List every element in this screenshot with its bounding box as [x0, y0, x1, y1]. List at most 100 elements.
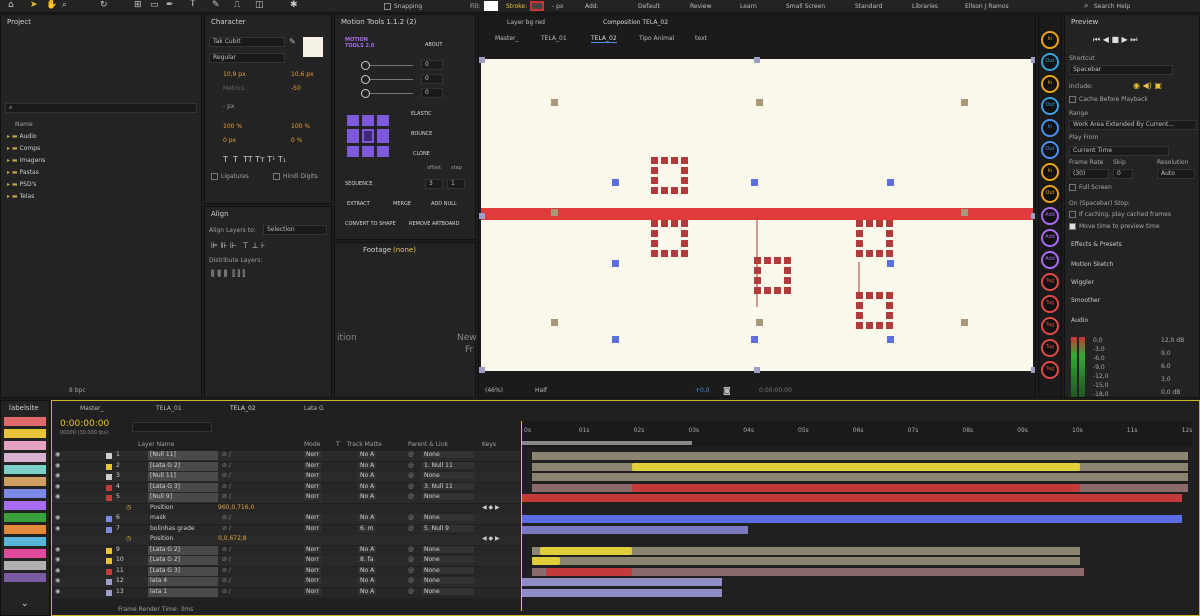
hindi-digits-checkbox[interactable] — [273, 173, 280, 180]
parent-pickwhip-icon[interactable]: @ — [408, 493, 414, 500]
track-matte-select[interactable]: 8. fa — [358, 556, 376, 563]
faux-style-buttons[interactable]: T T TT Tт T¹ T₁ — [223, 155, 286, 164]
table-row[interactable]: ◉ 10 [Lata G 2] ⊘ / Norr 8. fa @ None — [52, 556, 520, 566]
switches[interactable]: ⊘ / — [222, 493, 231, 500]
slider-3-handle[interactable] — [361, 89, 370, 98]
mode-select[interactable]: Norr — [304, 514, 321, 521]
parent-select[interactable]: 1. Null 11 — [422, 461, 474, 469]
label-color-swatch[interactable] — [4, 549, 46, 558]
switches[interactable]: ⊘ / — [222, 525, 231, 532]
project-folder[interactable]: ▸ ▬ Pastas — [7, 169, 39, 176]
track-matte-select[interactable]: No A — [358, 472, 377, 479]
frame-rate-select[interactable]: (30) — [1069, 169, 1109, 179]
parent-select[interactable]: None — [422, 556, 474, 563]
pen-tool-icon[interactable]: ✒ — [166, 0, 174, 10]
type-tool-icon[interactable]: T — [190, 0, 196, 9]
layer-name[interactable]: lata 4 — [148, 577, 218, 586]
leading-value[interactable]: 10,6 px — [291, 71, 314, 78]
playback-controls[interactable]: ⏮ ◀ ■ ▶ ⏭ — [1093, 35, 1137, 45]
layer-bar[interactable] — [522, 578, 722, 586]
parent-select[interactable]: None — [422, 514, 474, 521]
parent-pickwhip-icon[interactable]: @ — [408, 525, 414, 532]
keyframe-tool-button[interactable]: Out — [1041, 141, 1059, 159]
parent-pickwhip-icon[interactable]: @ — [408, 556, 414, 563]
label-color[interactable] — [106, 463, 112, 470]
label-color[interactable] — [106, 579, 112, 585]
keyframe-tool-button[interactable]: Tag — [1041, 361, 1059, 379]
switches[interactable]: ⊘ / — [222, 451, 231, 458]
clone-button[interactable]: CLONE — [413, 151, 430, 157]
label-color-swatch[interactable] — [4, 537, 46, 546]
t-header[interactable]: T — [336, 441, 340, 448]
track-matte-select[interactable]: No A — [358, 545, 377, 553]
eye-icon[interactable]: ◉ — [55, 483, 60, 490]
mode-select[interactable]: Norr — [304, 587, 321, 595]
property-value[interactable]: 0,0,672,8 — [218, 535, 247, 542]
switches[interactable]: ⊘ / — [222, 546, 231, 553]
label-color[interactable] — [106, 495, 112, 501]
project-search-input[interactable]: ⌕ — [5, 103, 197, 113]
align-buttons[interactable]: ⊫ ⊪ ⊩ ⊤ ⊥ ⊦ — [211, 241, 265, 250]
label-color[interactable] — [106, 526, 112, 533]
ligatures-checkbox[interactable] — [211, 173, 218, 180]
eyedropper-icon[interactable]: ✎ — [289, 37, 296, 46]
layer-name[interactable]: mask — [148, 514, 218, 523]
shortcut-select[interactable]: Spacebar — [1069, 65, 1173, 75]
sequence-step[interactable]: 1 — [447, 179, 465, 189]
project-folder[interactable]: ▸ ▬ Comps — [7, 145, 40, 152]
elastic-button[interactable]: ELASTIC — [411, 111, 432, 117]
label-color-swatch[interactable] — [4, 501, 46, 510]
snapping-checkbox[interactable] — [384, 3, 391, 10]
keyframe-tool-button[interactable]: Tag — [1041, 317, 1059, 335]
project-folder[interactable]: ▸ ▬ PSD's — [7, 181, 36, 188]
stroke-width-value[interactable]: - px — [223, 103, 234, 110]
mode-select[interactable]: Norr — [304, 493, 321, 500]
table-row[interactable]: ◉ 7 bolinhas grade ⊘ / Norr 6. m @5. Null 9 — [52, 524, 520, 535]
font-size-value[interactable]: 10,9 px — [223, 71, 246, 78]
switches[interactable]: ⊘ / — [222, 588, 231, 595]
eye-icon[interactable]: ◉ — [55, 567, 60, 574]
label-color[interactable] — [106, 558, 112, 564]
zoom-select[interactable]: (46%) — [485, 387, 503, 394]
current-time[interactable]: 0:00:00:00 — [60, 419, 109, 429]
eye-icon[interactable]: ◉ — [55, 451, 60, 458]
move-time-checkbox[interactable] — [1069, 223, 1076, 230]
table-row[interactable]: ◉ 11 [Lata G 3] ⊘ / Norr No A @ None — [52, 566, 520, 577]
anchor-grid[interactable] — [347, 115, 389, 157]
keys-header[interactable]: Keys — [482, 441, 496, 448]
eye-icon[interactable]: ◉ — [55, 514, 60, 521]
mode-header[interactable]: Mode — [304, 441, 320, 448]
tsume-value[interactable]: 0 % — [291, 137, 302, 144]
tab-layer[interactable]: Layer bg red — [507, 19, 545, 26]
eye-icon[interactable]: ◉ — [55, 472, 60, 479]
keyframe-tool-button[interactable]: Add — [1041, 251, 1059, 269]
project-folder[interactable]: ▸ ▬ Imagens — [7, 157, 45, 164]
keyframe-tool-button[interactable]: Add — [1041, 229, 1059, 247]
label-color[interactable] — [106, 453, 112, 459]
mode-select[interactable]: Norr — [304, 472, 321, 479]
vertical-scale-value[interactable]: 100 % — [223, 123, 242, 130]
mode-select[interactable]: Norr — [304, 451, 321, 458]
switches[interactable]: ⊘ / — [222, 483, 231, 490]
chevron-down-icon[interactable]: ⌄ — [21, 599, 29, 609]
parent-select[interactable]: 5. Null 9 — [422, 524, 474, 532]
timeline-search-input[interactable] — [132, 422, 212, 432]
timeline-tab-tela01[interactable]: TELA_01 — [156, 405, 182, 412]
work-area-bar[interactable] — [522, 441, 692, 445]
label-color-swatch[interactable] — [4, 417, 46, 426]
layer-bar[interactable] — [532, 557, 1080, 565]
table-row[interactable]: ◉ 9 [Lata G 2] ⊘ / Norr No A @ None — [52, 545, 520, 556]
name-column-header[interactable]: Name — [15, 121, 33, 128]
parent-select[interactable]: None — [422, 545, 474, 553]
mode-select[interactable]: Norr — [304, 577, 321, 584]
viewer-time[interactable]: 0:00:00:00 — [759, 387, 792, 394]
keyframe-nav[interactable]: ◀ ◆ ▶ — [482, 535, 500, 542]
mode-select[interactable]: Norr — [304, 545, 321, 553]
switches[interactable]: ⊘ / — [222, 514, 231, 521]
subtab-tipo-animal[interactable]: Tipo Animal — [639, 35, 674, 42]
stopwatch-icon[interactable]: ◷ — [126, 535, 131, 542]
table-row[interactable]: ◉ 1 [Null 11] ⊘ / Norr No A @ None — [52, 451, 520, 461]
keyframe-tool-button[interactable]: Out — [1041, 185, 1059, 203]
track-matte-select[interactable]: No A — [358, 461, 377, 469]
timeline-tab-master[interactable]: Master_ — [80, 405, 104, 412]
